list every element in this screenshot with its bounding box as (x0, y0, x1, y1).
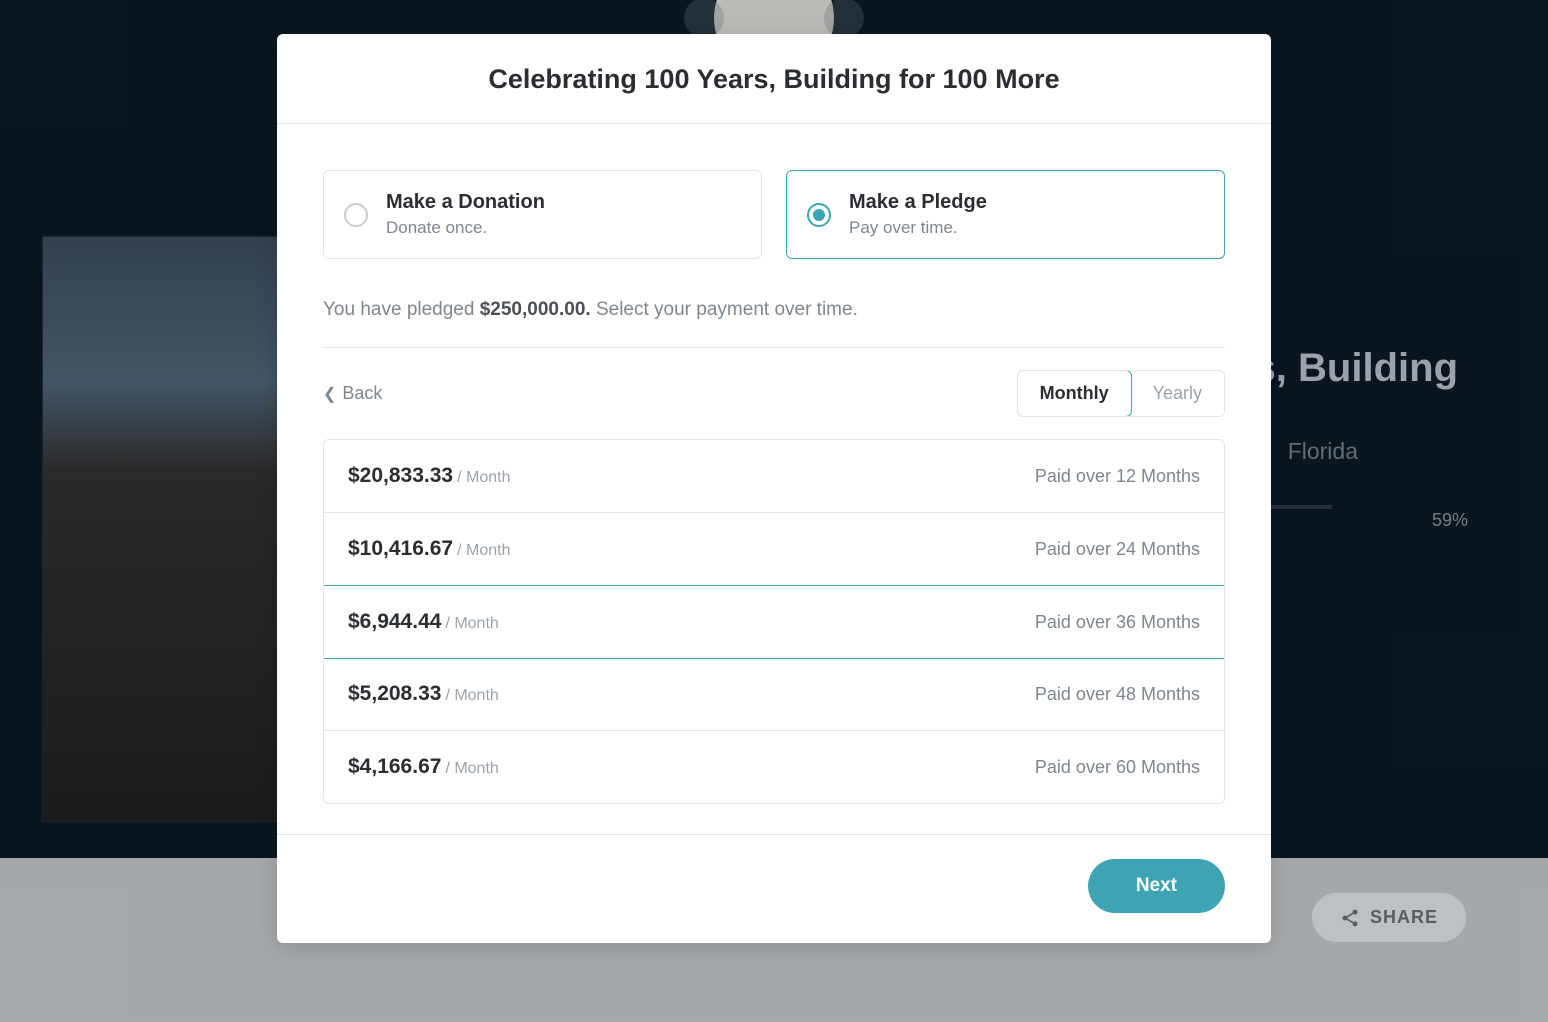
donation-option-card[interactable]: Make a Donation Donate once. (323, 170, 762, 259)
payment-plan-option[interactable]: $10,416.67/ Month Paid over 24 Months (324, 513, 1224, 586)
modal-title: Celebrating 100 Years, Building for 100 … (277, 34, 1271, 124)
nav-row: ❮ Back Monthly Yearly (323, 370, 1225, 417)
frequency-tabs: Monthly Yearly (1017, 370, 1225, 417)
pledge-amount: $250,000.00. (480, 299, 591, 320)
payment-plan-option[interactable]: $4,166.67/ Month Paid over 60 Months (324, 731, 1224, 803)
divider (323, 347, 1225, 348)
plan-term: Paid over 36 Months (1035, 612, 1200, 633)
donation-modal: Celebrating 100 Years, Building for 100 … (277, 34, 1271, 943)
plan-term: Paid over 12 Months (1035, 466, 1200, 487)
plan-per: / Month (457, 469, 510, 486)
plan-amount: $20,833.33 (348, 464, 453, 487)
tab-monthly[interactable]: Monthly (1017, 370, 1132, 417)
modal-body: Make a Donation Donate once. Make a Pled… (277, 124, 1271, 834)
plan-term: Paid over 48 Months (1035, 684, 1200, 705)
plan-term: Paid over 60 Months (1035, 757, 1200, 778)
payment-plan-option[interactable]: $6,944.44/ Month Paid over 36 Months (323, 585, 1225, 659)
payment-plan-option[interactable]: $5,208.33/ Month Paid over 48 Months (324, 658, 1224, 731)
chevron-left-icon: ❮ (323, 384, 336, 404)
plan-per: / Month (457, 542, 510, 559)
pledge-option-card[interactable]: Make a Pledge Pay over time. (786, 170, 1225, 259)
plan-term: Paid over 24 Months (1035, 539, 1200, 560)
pledge-option-title: Make a Pledge (849, 191, 987, 214)
radio-icon (344, 203, 368, 227)
plan-per: / Month (445, 615, 498, 632)
modal-footer: Next (277, 834, 1271, 943)
plan-amount: $4,166.67 (348, 755, 441, 778)
donation-option-subtitle: Donate once. (386, 218, 545, 238)
plan-per: / Month (445, 687, 498, 704)
plan-amount: $10,416.67 (348, 537, 453, 560)
pledge-prefix: You have pledged (323, 299, 480, 320)
plan-amount: $6,944.44 (348, 610, 441, 633)
donation-option-title: Make a Donation (386, 191, 545, 214)
donation-type-toggle: Make a Donation Donate once. Make a Pled… (323, 170, 1225, 259)
plan-amount: $5,208.33 (348, 682, 441, 705)
pledge-suffix: Select your payment over time. (591, 299, 858, 320)
payment-plan-list: $20,833.33/ Month Paid over 12 Months $1… (323, 439, 1225, 804)
radio-icon (807, 203, 831, 227)
tab-yearly[interactable]: Yearly (1131, 371, 1224, 416)
pledge-option-subtitle: Pay over time. (849, 218, 987, 238)
back-label: Back (342, 383, 382, 404)
back-button[interactable]: ❮ Back (323, 383, 382, 404)
pledge-summary: You have pledged $250,000.00. Select you… (323, 299, 1225, 321)
plan-per: / Month (445, 760, 498, 777)
payment-plan-option[interactable]: $20,833.33/ Month Paid over 12 Months (324, 440, 1224, 513)
next-button[interactable]: Next (1088, 859, 1225, 913)
